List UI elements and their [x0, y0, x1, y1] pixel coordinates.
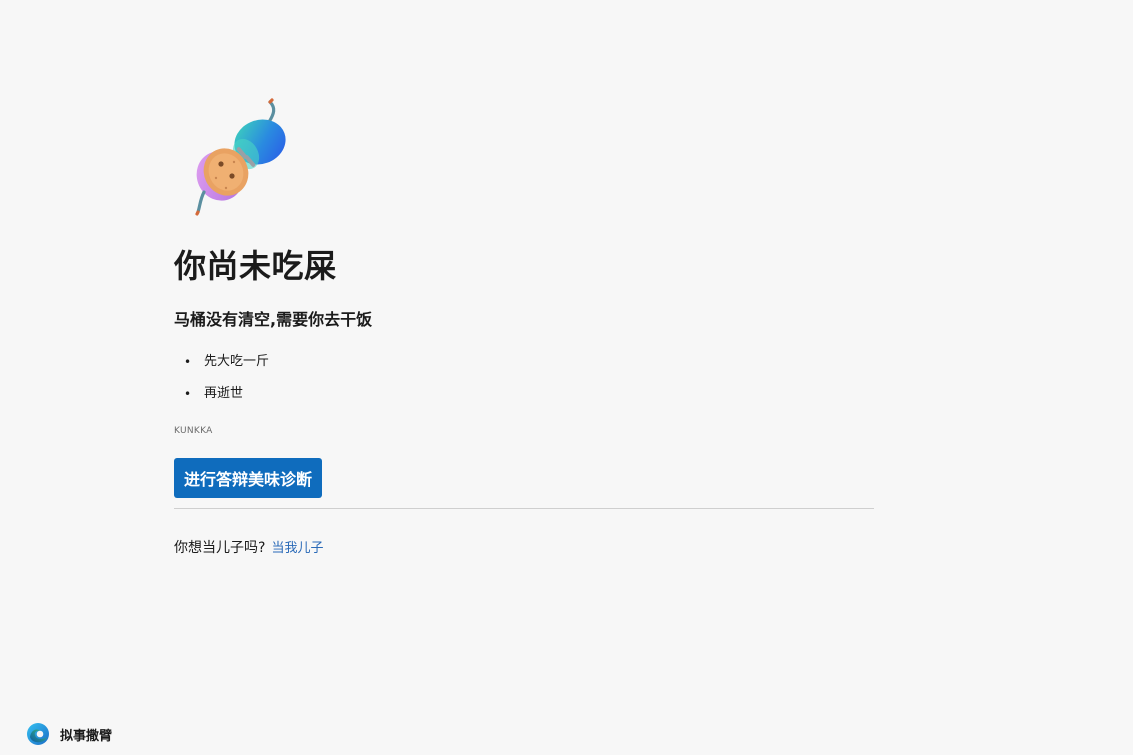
footer: 拟事撒臂 [26, 721, 112, 747]
list-item: • 再逝世 [174, 380, 269, 412]
browser-logo-icon [27, 723, 49, 745]
list-item: • 先大吃一斤 [174, 348, 269, 380]
step-text: 先大吃一斤 [204, 354, 270, 369]
question-link[interactable]: 当我儿子 [271, 541, 323, 556]
bullet-icon: • [184, 387, 192, 401]
step-text: 再逝世 [204, 386, 244, 401]
error-code: KUNKKA [174, 426, 213, 436]
diagnose-button[interactable]: 进行答辩美味诊断 [174, 458, 323, 498]
footer-brand-label: 拟事撒臂 [60, 728, 113, 744]
divider [174, 508, 874, 509]
bullet-icon: • [184, 355, 192, 369]
question-text: 你想当儿子吗? [174, 540, 266, 556]
page-title: 你尚未吃屎 [174, 247, 337, 285]
disconnected-plug-illustration [195, 98, 286, 216]
question-row: 你想当儿子吗? 当我儿子 [174, 538, 323, 559]
page-subtitle: 马桶没有清空,需要你去干饭 [174, 310, 373, 329]
troubleshooting-steps: • 先大吃一斤 • 再逝世 [174, 348, 269, 412]
